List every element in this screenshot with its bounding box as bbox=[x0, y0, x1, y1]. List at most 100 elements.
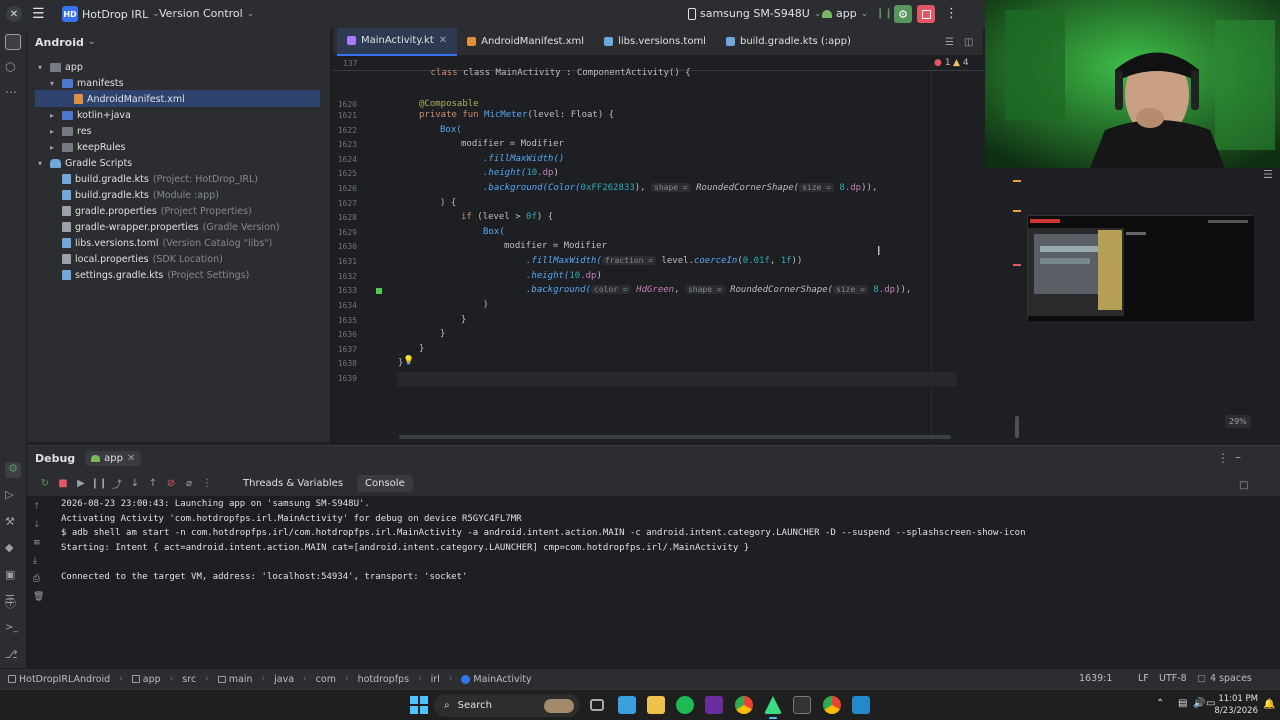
rerun-icon[interactable]: ↻ bbox=[39, 478, 51, 490]
more-options-icon[interactable]: ⋮ bbox=[945, 6, 958, 21]
mute-breakpoints-icon[interactable]: ⌀ bbox=[183, 478, 195, 490]
line-separator[interactable]: LF bbox=[1138, 673, 1149, 684]
tree-item-gradle-wrapper[interactable]: gradle-wrapper.properties (Gradle Versio… bbox=[62, 219, 280, 235]
gemini-tool-icon[interactable]: ◆ bbox=[5, 541, 21, 557]
tree-item-gradle-scripts[interactable]: ▾ Gradle Scripts bbox=[38, 155, 132, 171]
breadcrumb-item[interactable]: hotdropfps bbox=[358, 674, 409, 685]
minimize-icon[interactable]: – bbox=[1235, 450, 1241, 464]
list-icon[interactable]: ☰ bbox=[1263, 168, 1273, 181]
tree-item-build-gradle-module[interactable]: build.gradle.kts (Module :app) bbox=[62, 187, 219, 203]
breadcrumb-item[interactable]: main bbox=[229, 674, 253, 685]
chrome-icon[interactable] bbox=[735, 696, 753, 714]
tab-libs-versions[interactable]: libs.versions.toml bbox=[594, 28, 716, 56]
build-tool-icon[interactable]: ⚒ bbox=[5, 515, 21, 531]
close-icon[interactable]: ✕ bbox=[439, 35, 447, 46]
tree-item-manifests[interactable]: ▾ manifests bbox=[50, 75, 124, 91]
more-tools-icon[interactable]: ⋯ bbox=[5, 85, 21, 101]
breadcrumb-item[interactable]: java bbox=[274, 674, 294, 685]
tree-item-keeprules[interactable]: ▸ keepRules bbox=[50, 139, 126, 155]
vertical-scrollbar[interactable] bbox=[1015, 416, 1019, 438]
structure-tool-icon[interactable]: ⬡ bbox=[5, 60, 21, 76]
more-options-icon[interactable]: ⋮ bbox=[1217, 451, 1229, 465]
android-studio-icon[interactable] bbox=[764, 696, 782, 714]
breadcrumb-item[interactable]: MainActivity bbox=[473, 674, 531, 685]
terminal-icon[interactable] bbox=[793, 696, 811, 714]
expand-arrow-icon[interactable]: ▸ bbox=[50, 111, 58, 120]
system-tray-chevron-icon[interactable]: ⌃ bbox=[1156, 698, 1164, 709]
sticky-scope-header[interactable]: 137 class class MainActivity : Component… bbox=[333, 56, 983, 78]
stop-icon[interactable]: ■ bbox=[57, 478, 69, 490]
trash-icon[interactable]: 🗑 bbox=[33, 592, 44, 602]
close-icon[interactable]: ✕ bbox=[127, 453, 135, 464]
tree-item-kotlin-java[interactable]: ▸ kotlin+java bbox=[50, 107, 131, 123]
debug-tool-icon[interactable]: ⚙ bbox=[5, 462, 21, 478]
tab-list-icon[interactable]: ☰ bbox=[945, 37, 954, 48]
resume-icon[interactable]: ▶ bbox=[75, 478, 87, 490]
run-config-selector[interactable]: app ⌄ bbox=[822, 7, 868, 20]
caret-position[interactable]: 1639:1 bbox=[1079, 673, 1112, 684]
expand-arrow-icon[interactable]: ▾ bbox=[50, 79, 58, 88]
tree-item-androidmanifest[interactable]: AndroidManifest.xml bbox=[74, 91, 185, 107]
color-swatch-icon[interactable] bbox=[376, 288, 382, 294]
step-over-icon[interactable]: ⤴ bbox=[111, 478, 123, 491]
pause-icon[interactable]: ❙❙ bbox=[91, 478, 108, 490]
breadcrumb-item[interactable]: irl bbox=[431, 674, 440, 685]
tree-item-app[interactable]: ▾ app bbox=[38, 59, 83, 75]
debug-button[interactable]: ⚙ bbox=[894, 5, 912, 23]
indent-setting[interactable]: 4 spaces bbox=[1210, 673, 1252, 684]
volume-icon[interactable]: 🔊 bbox=[1193, 698, 1205, 709]
vscode-icon[interactable] bbox=[852, 696, 870, 714]
warning-count[interactable]: ▲ 4 bbox=[953, 58, 969, 68]
taskbar-search[interactable]: ⌕ Search bbox=[434, 694, 580, 717]
file-explorer-icon[interactable] bbox=[647, 696, 665, 714]
tree-item-build-gradle-project[interactable]: build.gradle.kts (Project: HotDrop_IRL) bbox=[62, 171, 258, 187]
horizontal-scrollbar[interactable] bbox=[399, 435, 951, 439]
project-tool-icon[interactable] bbox=[5, 34, 21, 50]
tree-item-settings-gradle[interactable]: settings.gradle.kts (Project Settings) bbox=[62, 267, 249, 283]
tab-mainactivity[interactable]: MainActivity.kt ✕ bbox=[337, 27, 458, 56]
project-selector[interactable]: HD HotDrop IRL ⌄ bbox=[62, 6, 160, 22]
windows-start-icon[interactable] bbox=[410, 696, 428, 714]
scroll-to-end-icon[interactable]: ⤓ bbox=[33, 556, 37, 566]
layout-icon[interactable]: □ bbox=[1239, 480, 1248, 491]
device-manager-icon[interactable]: ▣ bbox=[5, 568, 21, 584]
expand-arrow-icon[interactable]: ▾ bbox=[38, 159, 46, 168]
tab-threads-variables[interactable]: Threads & Variables bbox=[235, 475, 351, 492]
notification-icon[interactable]: 🔔 bbox=[1263, 699, 1275, 710]
project-view-selector[interactable]: Android ⌄ bbox=[27, 28, 330, 56]
device-selector[interactable]: samsung SM-S948U ⌄ bbox=[688, 7, 821, 20]
tree-item-gradle-properties[interactable]: gradle.properties (Project Properties) bbox=[62, 203, 252, 219]
up-arrow-icon[interactable]: ↑ bbox=[33, 502, 41, 512]
lock-icon[interactable]: ▢ bbox=[1197, 673, 1206, 684]
run-tool-icon[interactable]: ▷ bbox=[5, 488, 21, 504]
print-icon[interactable]: ⎙ bbox=[33, 574, 40, 584]
debug-session-tab[interactable]: app ✕ bbox=[85, 451, 142, 466]
git-icon[interactable]: ⎇ bbox=[5, 648, 21, 664]
problems-icon[interactable]: ⓘ bbox=[5, 595, 21, 611]
chrome-icon[interactable] bbox=[823, 696, 841, 714]
vcs-selector[interactable]: Version Control ⌄ bbox=[159, 7, 254, 20]
tab-androidmanifest[interactable]: AndroidManifest.xml bbox=[457, 28, 594, 56]
notepad-icon[interactable] bbox=[618, 696, 636, 714]
breadcrumb-item[interactable]: com bbox=[316, 674, 336, 685]
clock[interactable]: 11:01 PM 8/23/2026 bbox=[1212, 693, 1258, 717]
code-area[interactable]: @Composable private fun MicMeter(level: … bbox=[397, 56, 967, 442]
file-encoding[interactable]: UTF-8 bbox=[1159, 673, 1187, 684]
split-editor-icon[interactable]: ◫ bbox=[964, 37, 973, 48]
tab-build-gradle-app[interactable]: build.gradle.kts (:app) bbox=[716, 28, 861, 56]
down-arrow-icon[interactable]: ↓ bbox=[33, 520, 41, 530]
stop-button[interactable] bbox=[917, 5, 935, 23]
error-count[interactable]: ● 1 bbox=[934, 58, 951, 68]
tree-item-libs-versions[interactable]: libs.versions.toml (Version Catalog "lib… bbox=[62, 235, 272, 251]
expand-arrow-icon[interactable]: ▸ bbox=[50, 127, 58, 136]
expand-arrow-icon[interactable]: ▾ bbox=[38, 63, 46, 72]
breadcrumb-item[interactable]: HotDropIRLAndroid bbox=[19, 674, 110, 685]
terminal-icon[interactable]: >_ bbox=[5, 622, 21, 638]
soft-wrap-icon[interactable]: ≡ bbox=[33, 538, 41, 548]
breadcrumb-item[interactable]: app bbox=[143, 674, 161, 685]
view-breakpoints-icon[interactable]: ⊘ bbox=[165, 478, 177, 490]
spotify-icon[interactable] bbox=[676, 696, 694, 714]
pause-icon[interactable]: ❙❙ bbox=[876, 8, 893, 19]
main-menu-icon[interactable]: ☰ bbox=[32, 7, 45, 21]
breadcrumb-item[interactable]: src bbox=[182, 674, 196, 685]
